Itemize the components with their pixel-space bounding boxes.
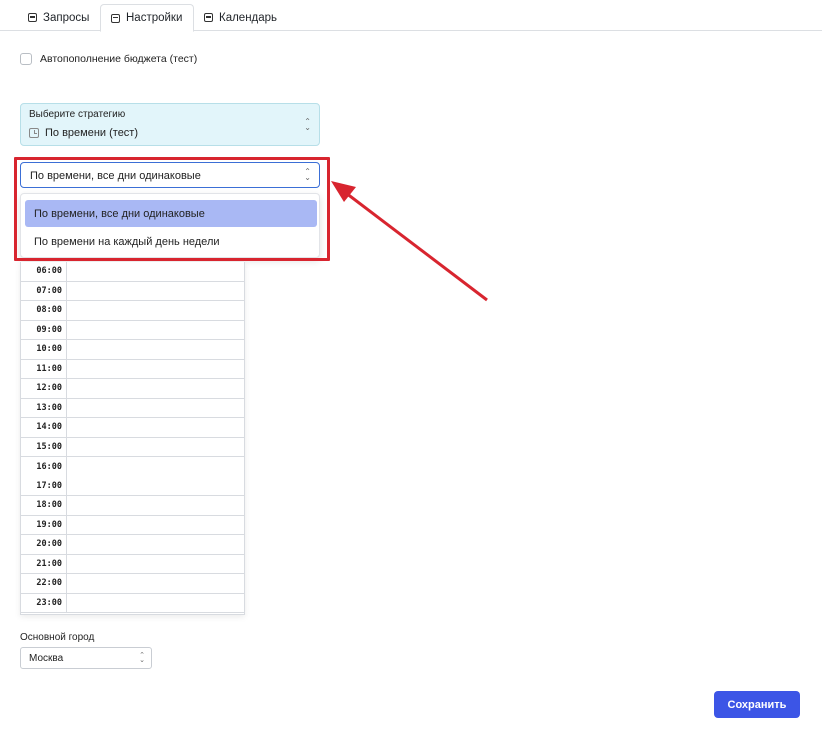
- hour-row[interactable]: 12:00: [21, 379, 244, 399]
- city-select[interactable]: Москва ⌃ ⌄: [20, 647, 152, 669]
- database-icon: [28, 13, 37, 22]
- option-label: По времени, все дни одинаковые: [34, 207, 205, 220]
- schedule-dropdown: По времени, все дни одинаковые По времен…: [20, 193, 320, 258]
- strategy-label: Выберите стратегию: [29, 109, 126, 120]
- autofill-label: Автопополнение бюджета (тест): [40, 53, 198, 65]
- hour-label: 18:00: [21, 496, 67, 515]
- autofill-checkbox[interactable]: [20, 53, 32, 65]
- option-label: По времени на каждый день недели: [34, 235, 220, 248]
- schedule-option-same-days[interactable]: По времени, все дни одинаковые: [25, 200, 317, 227]
- schedule-option-each-day[interactable]: По времени на каждый день недели: [25, 228, 317, 255]
- save-button[interactable]: Сохранить: [714, 691, 800, 718]
- tab-calendar[interactable]: Календарь: [194, 4, 287, 31]
- hour-row[interactable]: 23:00: [21, 593, 244, 613]
- chevron-updown-icon: ⌃ ⌄: [304, 167, 311, 182]
- hour-row[interactable]: 19:00: [21, 515, 244, 535]
- schedule-select[interactable]: По времени, все дни одинаковые ⌃ ⌄: [20, 162, 320, 188]
- hour-row[interactable]: 07:00: [21, 281, 244, 301]
- tab-settings-label: Настройки: [126, 12, 183, 24]
- autofill-row[interactable]: Автопополнение бюджета (тест): [20, 53, 197, 65]
- clock-icon: [29, 128, 39, 138]
- hour-label: 14:00: [21, 418, 67, 437]
- strategy-value: По времени (тест): [45, 127, 139, 139]
- hour-label: 20:00: [21, 535, 67, 554]
- tab-settings[interactable]: Настройки: [100, 4, 194, 32]
- hour-row[interactable]: 11:00: [21, 359, 244, 379]
- hour-row[interactable]: 09:00: [21, 320, 244, 340]
- hour-label: 08:00: [21, 301, 67, 320]
- calendar-icon: [204, 13, 213, 22]
- hour-row[interactable]: 15:00: [21, 437, 244, 457]
- city-value: Москва: [29, 653, 64, 664]
- hour-label: 10:00: [21, 340, 67, 359]
- schedule-select-value: По времени, все дни одинаковые: [30, 170, 201, 182]
- settings-icon: [111, 13, 120, 23]
- hour-label: 06:00: [21, 262, 67, 281]
- chevron-updown-icon: ⌃ ⌄: [139, 652, 145, 664]
- city-label: Основной город: [20, 632, 95, 643]
- hour-row[interactable]: 20:00: [21, 535, 244, 555]
- tab-requests-label: Запросы: [43, 11, 90, 24]
- hour-label: 16:00: [21, 457, 67, 477]
- hour-row[interactable]: 14:00: [21, 418, 244, 438]
- hour-row[interactable]: 08:00: [21, 301, 244, 321]
- hour-label: 12:00: [21, 379, 67, 398]
- hour-label: 23:00: [21, 593, 67, 612]
- hour-row[interactable]: 16:00: [21, 457, 244, 477]
- tab-requests[interactable]: Запросы: [18, 4, 99, 31]
- hours-table: 06:00 07:00 08:00 09:00 10:00 11:00 12:00 13:00…: [20, 262, 245, 615]
- hour-label: 11:00: [21, 359, 67, 378]
- hour-row[interactable]: 22:00: [21, 574, 244, 594]
- chevron-updown-icon: ⌃ ⌄: [304, 116, 311, 132]
- hour-row[interactable]: 21:00: [21, 554, 244, 574]
- tab-calendar-label: Календарь: [219, 11, 278, 24]
- strategy-select[interactable]: Выберите стратегию По времени (тест) ⌃ ⌄: [20, 103, 320, 146]
- hour-label: 07:00: [21, 281, 67, 300]
- tab-bar: Запросы Настройки Календарь: [0, 0, 822, 32]
- hour-label: 13:00: [21, 398, 67, 417]
- hour-label: 22:00: [21, 574, 67, 593]
- hour-label: 21:00: [21, 554, 67, 573]
- hour-label: 09:00: [21, 320, 67, 339]
- hour-row[interactable]: 06:00: [21, 262, 244, 282]
- hour-row[interactable]: 17:00: [21, 476, 244, 496]
- hour-row[interactable]: 13:00: [21, 398, 244, 418]
- hour-label: 15:00: [21, 437, 67, 456]
- hour-label: 17:00: [21, 476, 67, 495]
- hour-row[interactable]: 18:00: [21, 496, 244, 516]
- hour-row[interactable]: 10:00: [21, 340, 244, 360]
- strategy-value-row: По времени (тест): [29, 127, 138, 139]
- hour-label: 19:00: [21, 515, 67, 534]
